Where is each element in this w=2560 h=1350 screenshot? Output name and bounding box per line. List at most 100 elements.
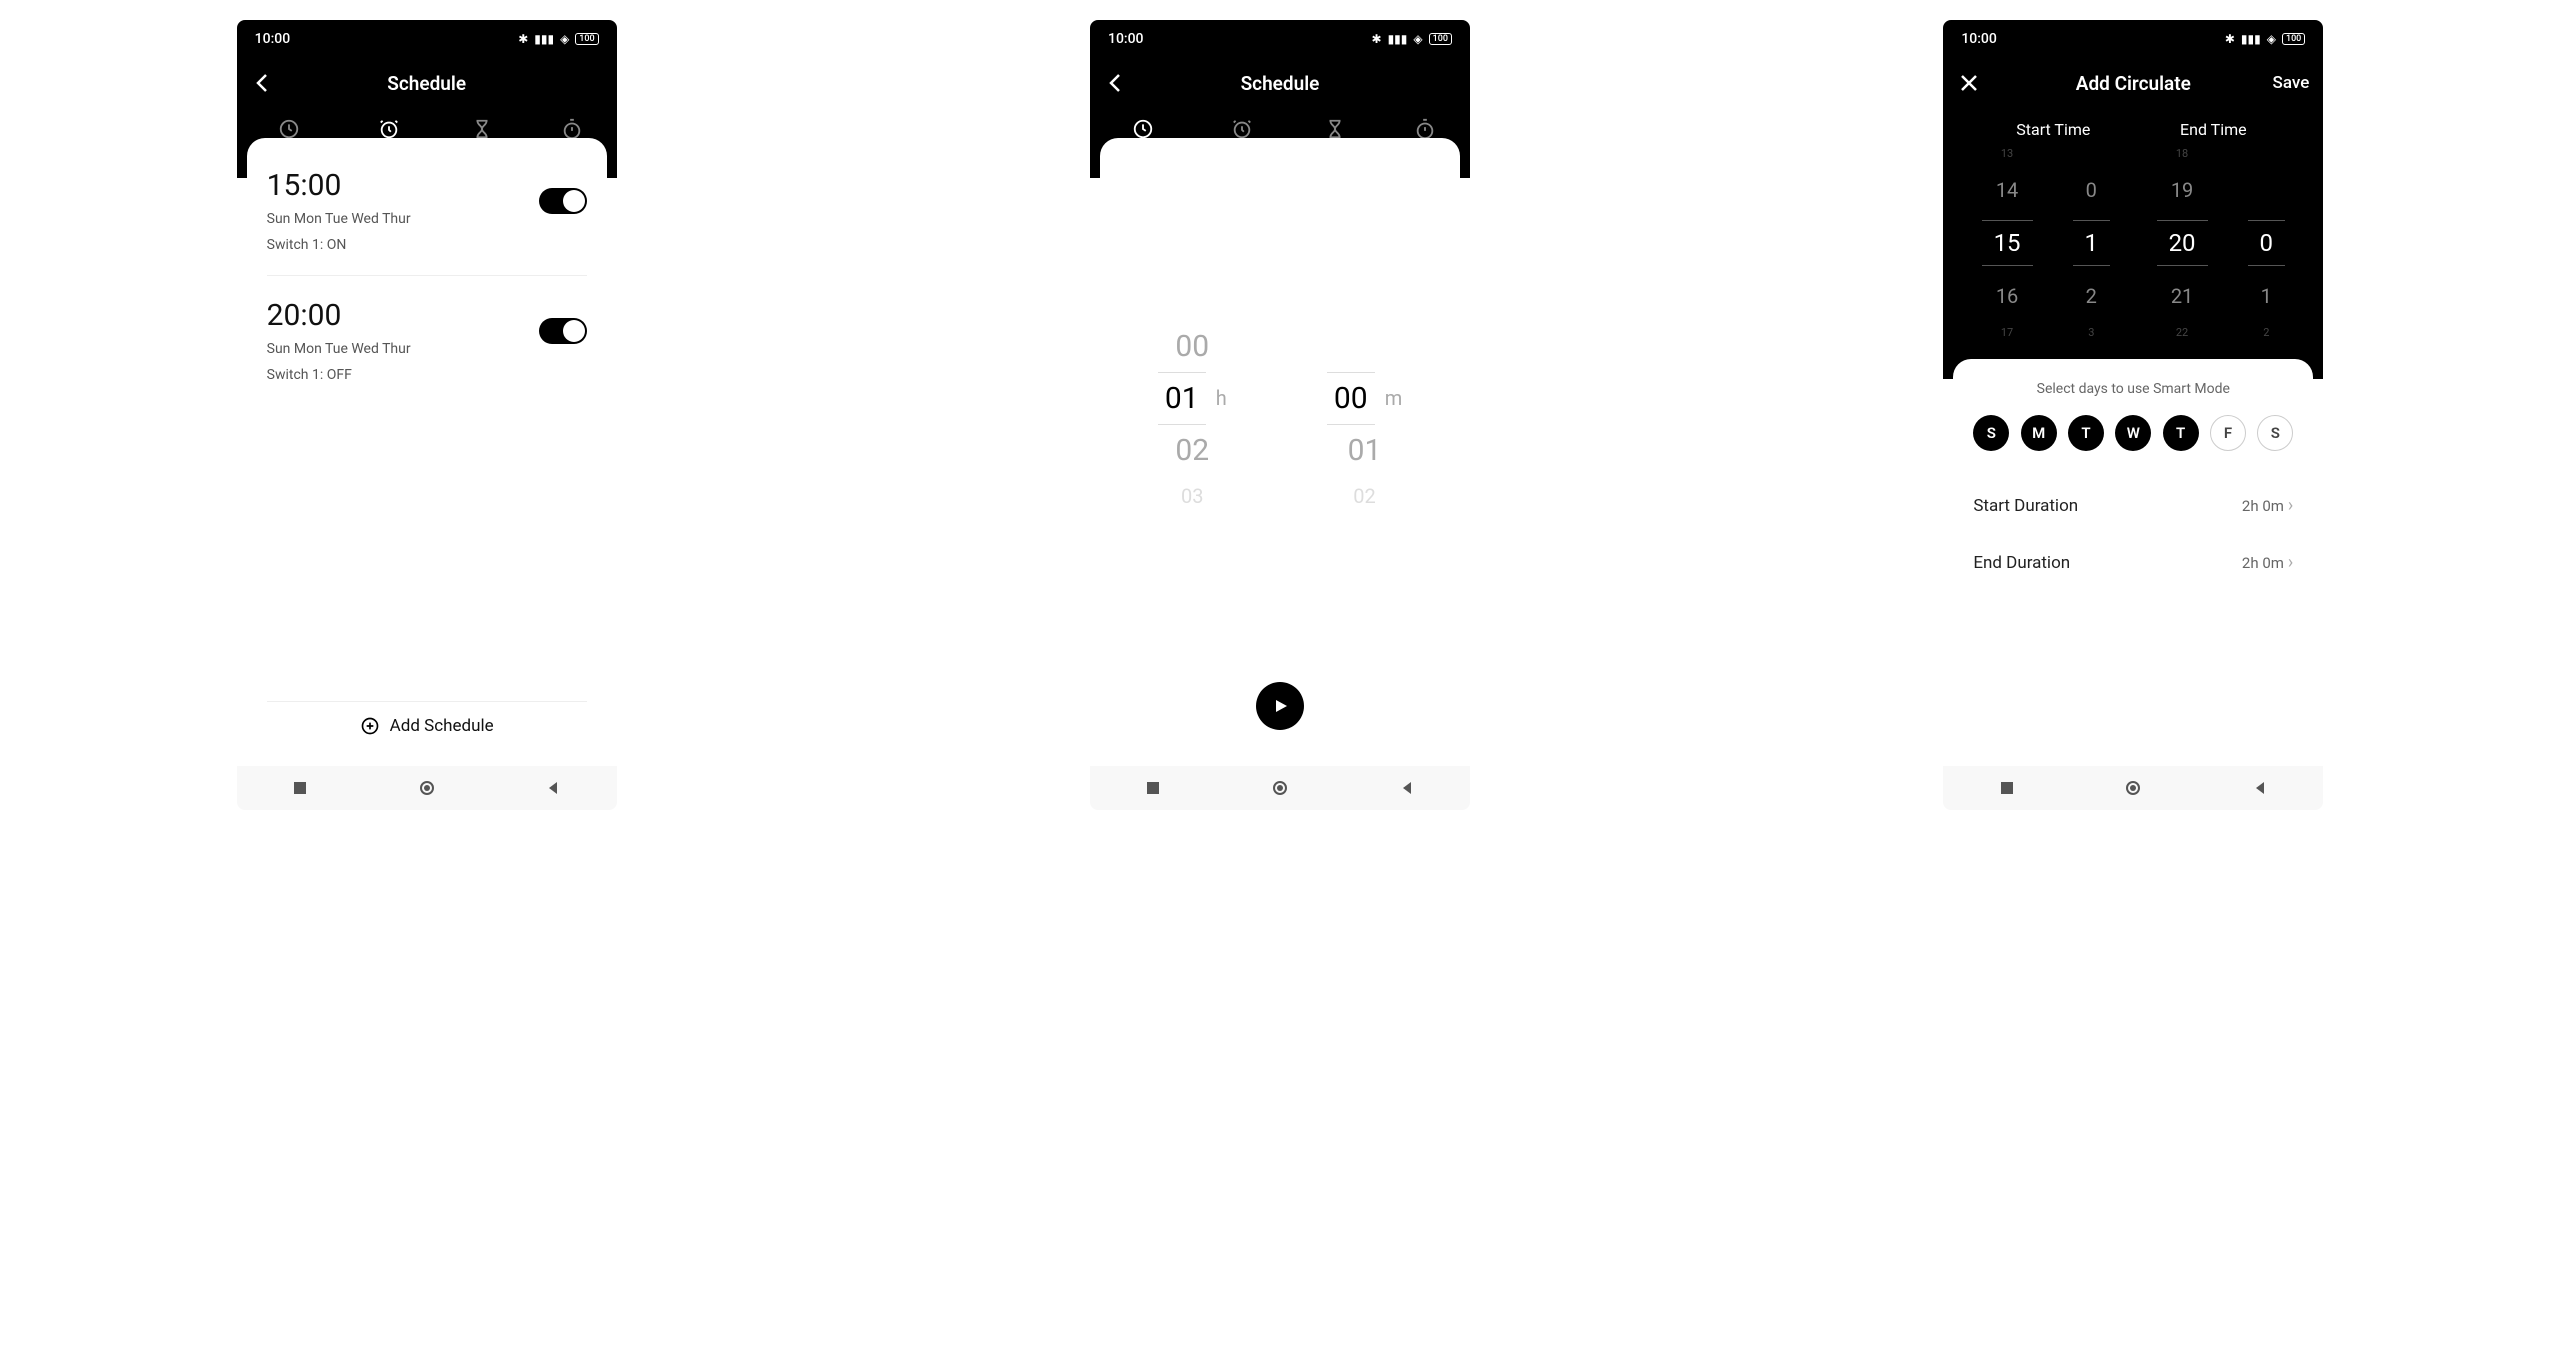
home-icon[interactable] [1272,780,1288,796]
signal-icon: ▮▮▮ [1388,32,1408,46]
schedule-item[interactable]: 20:00 Sun Mon Tue Wed Thur Switch 1: OFF [267,275,587,397]
status-time: 10:00 [1961,31,1997,47]
schedule-toggle[interactable] [539,188,587,214]
save-button[interactable]: Save [2273,73,2310,93]
home-icon[interactable] [419,780,435,796]
schedule-time: 15:00 [267,168,411,203]
end-duration-label: End Duration [1973,553,2070,573]
header: Add Circulate Save [1943,58,2323,108]
android-navbar [237,766,617,810]
picker-value: 00 [1158,321,1227,372]
add-schedule-button[interactable]: Add Schedule [267,701,587,750]
start-time-picker[interactable]: 13 14 15 16 17 0 0 1 2 3 [1973,147,2118,339]
time-pickers: 13 14 15 16 17 0 0 1 2 3 18 19 20 21 22 [1943,147,2323,379]
home-icon[interactable] [2125,780,2141,796]
recents-icon[interactable] [1999,780,2015,796]
back-button[interactable] [1104,71,1128,95]
chevron-right-icon: › [2288,552,2293,573]
end-time-label: End Time [2133,120,2293,139]
picker-value: 02 [1158,425,1227,476]
alarm-icon [378,118,400,140]
day-wed[interactable]: W [2115,415,2151,451]
plus-circle-icon [360,716,380,736]
status-icons: ✱ ▮▮▮ ◈ 100 [518,32,598,46]
smart-mode-label: Select days to use Smart Mode [1973,381,2293,397]
status-time: 10:00 [255,31,291,47]
schedule-status: Switch 1: ON [267,237,411,253]
schedule-status: Switch 1: OFF [267,367,411,383]
page-title: Schedule [251,72,603,95]
header: Schedule [1090,58,1470,108]
countdown-picker[interactable]: 00 01 h 02 03 00 00 m 01 02 [1120,154,1440,682]
battery-icon: 100 [1429,33,1452,45]
minutes-unit: m [1385,386,1403,410]
back-nav-icon[interactable] [1399,780,1415,796]
picker-value: 03 [1158,476,1227,516]
chevron-right-icon: › [2288,495,2293,516]
status-icons: ✱ ▮▮▮ ◈ 100 [2225,32,2305,46]
day-sat[interactable]: S [2257,415,2293,451]
battery-icon: 100 [575,33,598,45]
end-duration-row[interactable]: End Duration 2h 0m › [1973,534,2293,591]
end-time-picker[interactable]: 18 19 20 21 22 0 0 0 1 2 [2148,147,2293,339]
day-tue[interactable]: T [2068,415,2104,451]
schedule-toggle[interactable] [539,318,587,344]
back-nav-icon[interactable] [545,780,561,796]
schedule-item[interactable]: 15:00 Sun Mon Tue Wed Thur Switch 1: ON [267,154,587,267]
bluetooth-icon: ✱ [2225,32,2235,46]
wifi-icon: ◈ [560,32,569,46]
status-bar: 10:00 ✱ ▮▮▮ ◈ 100 [1943,20,2323,58]
clock-icon [278,118,300,140]
hours-unit: h [1216,386,1227,410]
phone-countdown: 10:00 ✱ ▮▮▮ ◈ 100 Schedule Countdown Sch… [1090,20,1470,810]
schedule-time: 20:00 [267,298,411,333]
countdown-card: 00 01 h 02 03 00 00 m 01 02 [1100,138,1460,766]
start-duration-label: Start Duration [1973,496,2078,516]
signal-icon: ▮▮▮ [2241,32,2261,46]
wifi-icon: ◈ [2267,32,2276,46]
clock-icon [1132,118,1154,140]
wifi-icon: ◈ [1413,32,1422,46]
bluetooth-icon: ✱ [518,32,528,46]
recents-icon[interactable] [1145,780,1161,796]
status-bar: 10:00 ✱ ▮▮▮ ◈ 100 [237,20,617,58]
back-button[interactable] [251,71,275,95]
close-button[interactable] [1957,71,1981,95]
status-icons: ✱ ▮▮▮ ◈ 100 [1372,32,1452,46]
picker-selected: 01 [1158,372,1206,425]
start-countdown-button[interactable] [1256,682,1304,730]
day-mon[interactable]: M [2021,415,2057,451]
schedule-days: Sun Mon Tue Wed Thur [267,341,411,357]
battery-icon: 100 [2282,33,2305,45]
status-time: 10:00 [1108,31,1144,47]
alarm-icon [1231,118,1253,140]
minutes-column[interactable]: 00 00 m 01 02 [1327,321,1403,516]
bluetooth-icon: ✱ [1372,32,1382,46]
back-nav-icon[interactable] [2252,780,2268,796]
android-navbar [1090,766,1470,810]
schedule-card: 15:00 Sun Mon Tue Wed Thur Switch 1: ON … [247,138,607,766]
picker-selected: 00 [1327,372,1375,425]
add-schedule-label: Add Schedule [390,716,494,736]
days-selector: S M T W T F S [1973,415,2293,451]
start-duration-row[interactable]: Start Duration 2h 0m › [1973,477,2293,534]
header: Schedule [237,58,617,108]
hourglass-icon [1324,118,1346,140]
stopwatch-icon [561,118,583,140]
recents-icon[interactable] [292,780,308,796]
phone-schedule-list: 10:00 ✱ ▮▮▮ ◈ 100 Schedule Countdown Sch… [237,20,617,810]
end-duration-value: 2h 0m [2242,554,2284,572]
picker-value: 01 [1327,425,1403,476]
schedule-days: Sun Mon Tue Wed Thur [267,211,411,227]
time-headers: Start Time End Time [1943,108,2323,147]
android-navbar [1943,766,2323,810]
hours-column[interactable]: 00 01 h 02 03 [1158,321,1227,516]
start-duration-value: 2h 0m [2242,497,2284,515]
day-fri[interactable]: F [2210,415,2246,451]
page-title: Add Circulate [1957,72,2309,95]
picker-value: 02 [1327,476,1403,516]
day-sun[interactable]: S [1973,415,2009,451]
page-title: Schedule [1104,72,1456,95]
hourglass-icon [471,118,493,140]
day-thu[interactable]: T [2163,415,2199,451]
